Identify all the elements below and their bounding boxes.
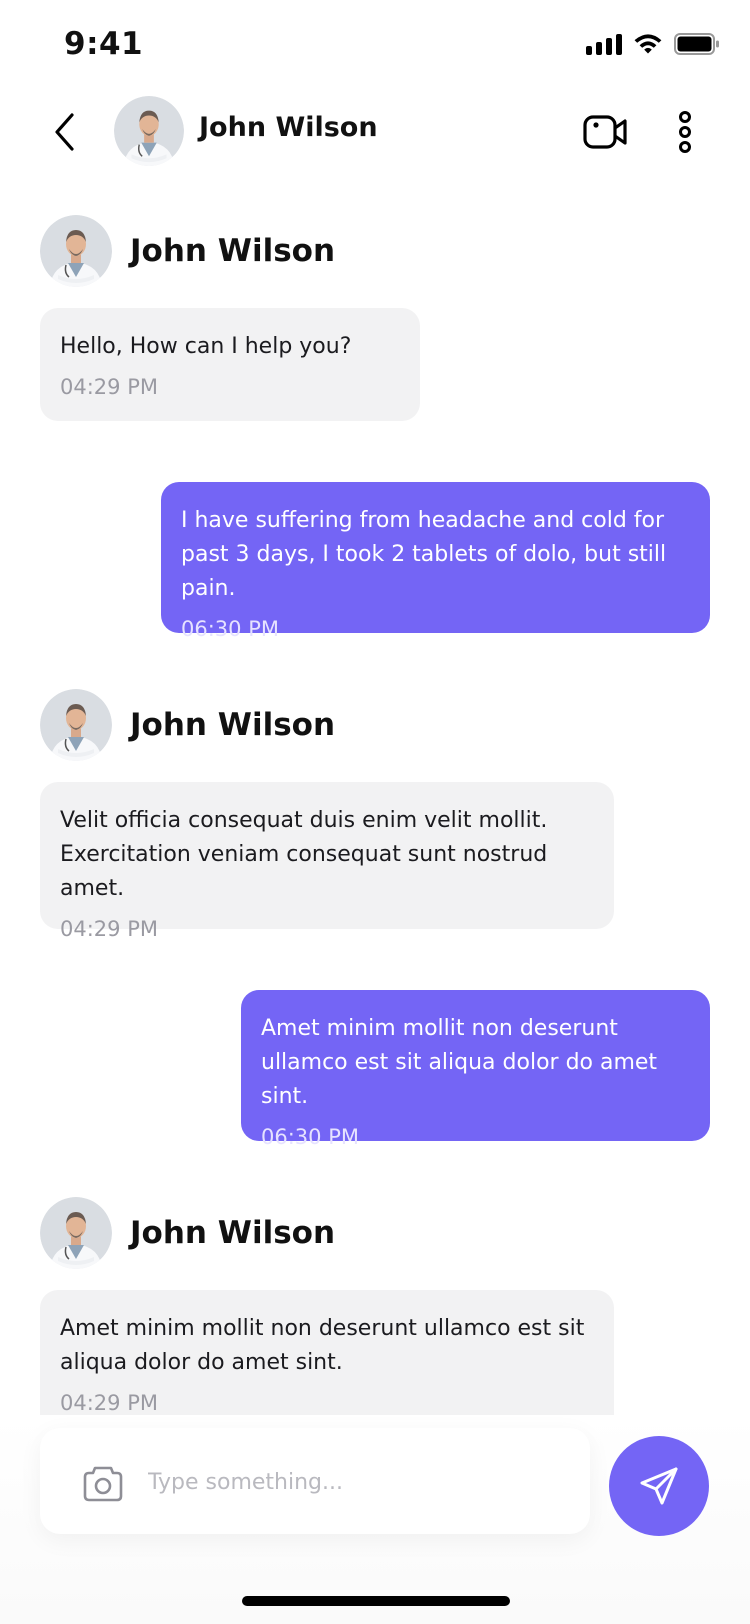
contact-avatar[interactable] bbox=[114, 96, 184, 166]
chat-header: John Wilson bbox=[0, 90, 750, 174]
battery-icon bbox=[674, 33, 719, 55]
camera-button[interactable] bbox=[82, 1462, 124, 1504]
home-indicator[interactable] bbox=[242, 1596, 510, 1606]
doctor-avatar-image bbox=[40, 215, 112, 287]
outgoing-message-bubble[interactable]: I have suffering from headache and cold … bbox=[161, 482, 710, 641]
doctor-avatar-image bbox=[114, 96, 184, 166]
message-composer bbox=[40, 1428, 590, 1534]
doctor-avatar-image bbox=[40, 1197, 112, 1269]
sender-name: John Wilson bbox=[130, 233, 336, 269]
sender-name: John Wilson bbox=[130, 1215, 336, 1251]
message-text: Velit officia consequat duis enim velit … bbox=[60, 808, 548, 901]
message-text: Hello, How can I help you? bbox=[60, 334, 352, 359]
message-time: 04:29 PM bbox=[60, 1391, 158, 1415]
message-time: 06:30 PM bbox=[261, 1125, 359, 1149]
incoming-message-bubble[interactable]: Velit officia consequat duis enim velit … bbox=[40, 782, 614, 941]
more-vertical-icon bbox=[679, 111, 691, 153]
incoming-message-bubble[interactable]: Hello, How can I help you? 04:29 PM bbox=[40, 308, 420, 421]
camera-icon bbox=[83, 1466, 123, 1502]
doctor-avatar-image bbox=[40, 689, 112, 761]
send-icon bbox=[640, 1467, 678, 1505]
sender-row: John Wilson bbox=[40, 689, 335, 761]
message-input[interactable] bbox=[146, 1458, 570, 1506]
status-bar: 9:41 bbox=[0, 0, 750, 90]
message-time: 04:29 PM bbox=[60, 917, 158, 941]
sender-row: John Wilson bbox=[40, 215, 335, 287]
back-button[interactable] bbox=[44, 108, 84, 156]
chat-screen: 9:41 John Wilson John Wilson Hello, How … bbox=[0, 0, 750, 1624]
video-camera-icon bbox=[583, 115, 627, 149]
message-time: 04:29 PM bbox=[60, 375, 158, 399]
wifi-icon bbox=[634, 34, 662, 54]
sender-avatar[interactable] bbox=[40, 215, 112, 287]
chevron-left-icon bbox=[55, 113, 74, 151]
sender-avatar[interactable] bbox=[40, 1197, 112, 1269]
message-text: Amet minim mollit non deserunt ullamco e… bbox=[60, 1316, 585, 1375]
contact-name: John Wilson bbox=[199, 112, 378, 143]
incoming-message-bubble[interactable]: Amet minim mollit non deserunt ullamco e… bbox=[40, 1290, 614, 1415]
more-options-button[interactable] bbox=[665, 108, 705, 156]
sender-name: John Wilson bbox=[130, 707, 336, 743]
send-button[interactable] bbox=[609, 1436, 709, 1536]
message-text: Amet minim mollit non deserunt ullamco e… bbox=[261, 1016, 658, 1109]
message-time: 06:30 PM bbox=[181, 617, 279, 641]
status-time: 9:41 bbox=[64, 26, 144, 62]
signal-icon bbox=[586, 33, 622, 55]
sender-avatar[interactable] bbox=[40, 689, 112, 761]
outgoing-message-bubble[interactable]: Amet minim mollit non deserunt ullamco e… bbox=[241, 990, 710, 1149]
message-text: I have suffering from headache and cold … bbox=[181, 508, 667, 601]
message-list[interactable]: John Wilson Hello, How can I help you? 0… bbox=[0, 200, 750, 1415]
status-icons bbox=[586, 32, 720, 56]
video-call-button[interactable] bbox=[580, 108, 630, 156]
sender-row: John Wilson bbox=[40, 1197, 335, 1269]
